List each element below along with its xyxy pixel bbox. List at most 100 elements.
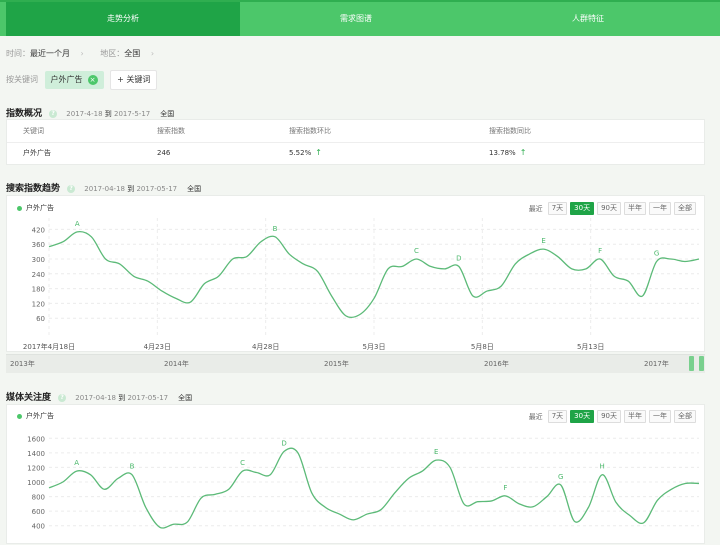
overview-section-title: 指数概况 ? 2017-4-18 到 2017-5-17 全国: [6, 106, 174, 119]
time-dropdown[interactable]: 最近一个月: [30, 49, 70, 58]
search-index-cell: 246: [157, 149, 171, 157]
help-icon[interactable]: ?: [67, 184, 76, 193]
help-icon[interactable]: ?: [58, 393, 67, 402]
date-from: 2017-4-18: [66, 110, 103, 118]
date-to: 2017-05-17: [136, 185, 178, 193]
annotation-label: C: [414, 247, 419, 255]
y-tick-label: 420: [32, 226, 45, 234]
annotation-label: F: [503, 484, 507, 492]
x-tick-label: 4月23日: [144, 343, 171, 351]
date-separator: 到: [104, 110, 112, 118]
time-region-filter: 时间：最近一个月 › 地区：全国 ›: [6, 48, 154, 59]
trend-chart-card: 户外广告 最近 7天 30天 90天 半年 一年 全部 60 120 180 240 3…: [6, 195, 705, 352]
y-tick-label: 800: [32, 494, 45, 502]
y-tick-label: 600: [32, 508, 45, 516]
navigator-year: 2014年: [164, 360, 189, 368]
tab-trend-analysis[interactable]: 走势分析: [6, 2, 240, 36]
column-header: 搜索指数环比: [289, 127, 331, 135]
arrow-up-icon: ↑: [315, 148, 322, 157]
annotation-label: E: [434, 448, 438, 456]
keyword-cell: 户外广告: [23, 149, 51, 157]
x-tick-label: 5月3日: [363, 343, 386, 351]
navigator-year: 2017年: [644, 360, 669, 368]
annotation-label: A: [75, 220, 80, 228]
column-header: 关键词: [23, 127, 44, 135]
y-tick-label: 1600: [27, 435, 45, 443]
date-from: 2017-04-18: [84, 185, 125, 193]
date-to: 2017-05-17: [127, 394, 169, 402]
y-tick-label: 1200: [27, 464, 45, 472]
overview-title: 指数概况: [6, 109, 43, 119]
trend-section-title: 搜索指数趋势 ? 2017-04-18 到 2017-05-17 全国: [6, 181, 201, 194]
tab-audience-features[interactable]: 人群特征: [472, 2, 704, 36]
series-line-户外广告: [48, 447, 700, 529]
keyword-chip-label: 户外广告: [50, 75, 83, 84]
overview-table: 关键词 搜索指数 搜索指数环比 搜索指数同比 户外广告 246 5.52% ↑ 1…: [6, 119, 705, 165]
x-tick-label: 5月8日: [471, 343, 494, 351]
annotation-label: E: [541, 237, 545, 245]
y-tick-label: 400: [32, 523, 45, 531]
region-label: 地区：: [100, 49, 125, 58]
table-row: 户外广告 246 5.52% ↑ 13.78% ↑: [7, 142, 704, 164]
media-title: 媒体关注度: [6, 393, 52, 403]
media-attention-line-chart: 400 600 800 1000 1200 1400 1600 A B C D E F G H: [27, 435, 700, 531]
annotation-label: D: [281, 439, 286, 447]
annotation-label: B: [130, 463, 135, 471]
annotation-label: A: [74, 459, 79, 467]
region-value: 全国: [187, 185, 202, 193]
annotation-label: B: [273, 225, 278, 233]
navigator-year: 2016年: [484, 360, 509, 368]
date-to: 2017-5-17: [114, 110, 151, 118]
annotation-label: G: [558, 473, 563, 481]
media-section-title: 媒体关注度 ? 2017-04-18 到 2017-05-17 全国: [6, 390, 192, 403]
y-tick-label: 180: [32, 286, 45, 294]
search-index-line-chart: 60 120 180 240 300 360 420 2017年4月18日 4月23日 4月28日…: [23, 218, 700, 351]
y-tick-label: 240: [32, 271, 45, 279]
top-tab-bar: 走势分析 需求图谱 人群特征: [0, 0, 720, 36]
navigator-left-handle[interactable]: [689, 356, 694, 371]
media-chart-card: 户外广告 最近 7天 30天 90天 半年 一年 全部 400 600 800 100…: [6, 404, 705, 544]
add-keyword-label: + 关键词: [117, 75, 151, 84]
y-tick-label: 360: [32, 241, 45, 249]
date-from: 2017-04-18: [75, 394, 116, 402]
navigator-right-handle[interactable]: [699, 356, 704, 371]
overview-table-header: 关键词 搜索指数 搜索指数环比 搜索指数同比: [7, 120, 704, 143]
trend-title: 搜索指数趋势: [6, 184, 61, 194]
region-value: 全国: [178, 394, 193, 402]
column-header: 搜索指数: [157, 127, 185, 135]
column-header: 搜索指数同比: [489, 127, 531, 135]
navigator-year: 2015年: [324, 360, 349, 368]
tab-label: 人群特征: [572, 14, 604, 23]
y-tick-label: 120: [32, 300, 45, 308]
time-label: 时间：: [6, 49, 30, 58]
x-tick-label: 5月13日: [577, 343, 604, 351]
tab-label: 走势分析: [107, 14, 139, 23]
yoy-cell: 13.78%: [489, 149, 516, 157]
time-navigator[interactable]: 2013年 2014年 2015年 2016年 2017年: [6, 354, 705, 373]
x-tick-label: 2017年4月18日: [23, 342, 75, 351]
tab-demand-graph[interactable]: 需求图谱: [240, 2, 472, 36]
date-separator: 到: [127, 185, 135, 193]
annotation-label: C: [240, 459, 245, 467]
y-tick-label: 300: [32, 256, 45, 264]
mom-cell: 5.52%: [289, 149, 312, 157]
y-tick-label: 60: [36, 315, 45, 323]
chevron-right-icon: ›: [150, 49, 155, 58]
navigator-year: 2013年: [10, 360, 35, 368]
keyword-filter-label: 按关键词: [6, 75, 38, 84]
keyword-filter: 按关键词 户外广告 × + 关键词: [6, 70, 158, 90]
y-tick-label: 1000: [27, 479, 45, 487]
annotation-label: G: [654, 249, 659, 257]
annotation-label: F: [598, 247, 602, 255]
annotation-label: D: [456, 254, 461, 262]
help-icon[interactable]: ?: [49, 109, 58, 118]
region-dropdown[interactable]: 全国: [124, 49, 140, 58]
y-tick-label: 1400: [27, 450, 45, 458]
date-separator: 到: [118, 394, 126, 402]
keyword-chip[interactable]: 户外广告 ×: [44, 71, 104, 89]
arrow-up-icon: ↑: [519, 148, 527, 157]
close-icon[interactable]: ×: [87, 75, 98, 85]
add-keyword-button[interactable]: + 关键词: [110, 70, 158, 90]
annotation-label: H: [600, 463, 605, 471]
chevron-right-icon: ›: [80, 49, 84, 58]
